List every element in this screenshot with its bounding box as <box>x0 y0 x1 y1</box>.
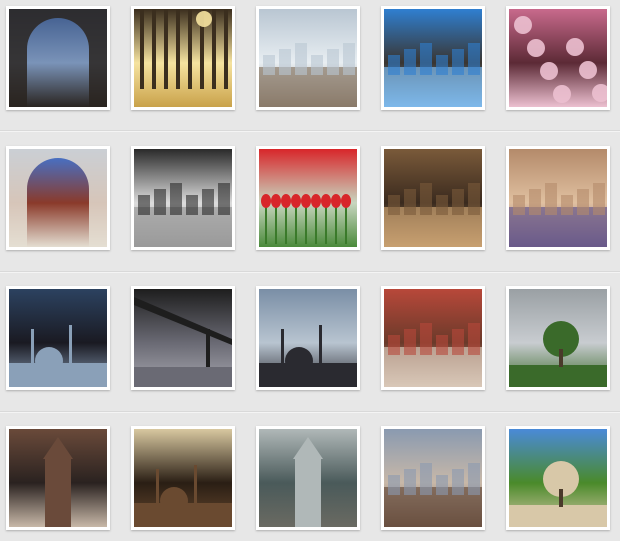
photo-thumbnail[interactable] <box>381 426 485 530</box>
row-divider <box>0 130 620 132</box>
photo-thumbnail[interactable] <box>131 426 235 530</box>
photo-image-pink-cherry-blossoms <box>509 9 607 107</box>
photo-image-harbor-cloudy-sky <box>384 9 482 107</box>
photo-thumbnail[interactable] <box>131 6 235 110</box>
photo-grid <box>0 0 620 541</box>
photo-thumbnail[interactable] <box>381 6 485 110</box>
photo-thumbnail[interactable] <box>131 146 235 250</box>
photo-thumbnail[interactable] <box>506 426 610 530</box>
photo-thumbnail[interactable] <box>6 286 110 390</box>
photo-thumbnail[interactable] <box>506 286 610 390</box>
photo-image-couple-black-white <box>134 149 232 247</box>
photo-image-hagia-sophia-interior <box>384 149 482 247</box>
photo-image-carpet-shop <box>384 289 482 387</box>
photo-thumbnail[interactable] <box>6 426 110 530</box>
photo-image-silhouette-man-skyline <box>259 289 357 387</box>
photo-thumbnail[interactable] <box>256 286 360 390</box>
photo-thumbnail[interactable] <box>256 426 360 530</box>
photo-image-park-tree-gate <box>509 289 607 387</box>
photo-image-red-tulips-field <box>259 149 357 247</box>
photo-thumbnail[interactable] <box>6 146 110 250</box>
photo-thumbnail[interactable] <box>131 286 235 390</box>
photo-thumbnail[interactable] <box>506 6 610 110</box>
photo-image-bosphorus-bridge <box>134 289 232 387</box>
photo-image-crowded-square <box>384 429 482 527</box>
photo-thumbnail[interactable] <box>381 286 485 390</box>
photo-image-woman-child-street <box>509 149 607 247</box>
photo-image-mosque-sepia <box>134 429 232 527</box>
photo-thumbnail[interactable] <box>6 6 110 110</box>
row-divider <box>0 271 620 273</box>
photo-image-forest-sunrise-trees <box>134 9 232 107</box>
photo-image-palace-garden <box>509 429 607 527</box>
photo-image-gate-archway-crowd <box>9 9 107 107</box>
photo-thumbnail[interactable] <box>256 146 360 250</box>
photo-image-bosphorus-hillside-town <box>259 9 357 107</box>
photo-thumbnail[interactable] <box>506 146 610 250</box>
photo-image-arch-blue-sky-gate <box>9 149 107 247</box>
photo-image-maidens-tower-sea <box>259 429 357 527</box>
photo-thumbnail[interactable] <box>381 146 485 250</box>
photo-thumbnail[interactable] <box>256 6 360 110</box>
photo-image-galata-tower <box>9 429 107 527</box>
photo-image-mosque-dusk-clouds <box>9 289 107 387</box>
row-divider <box>0 411 620 413</box>
